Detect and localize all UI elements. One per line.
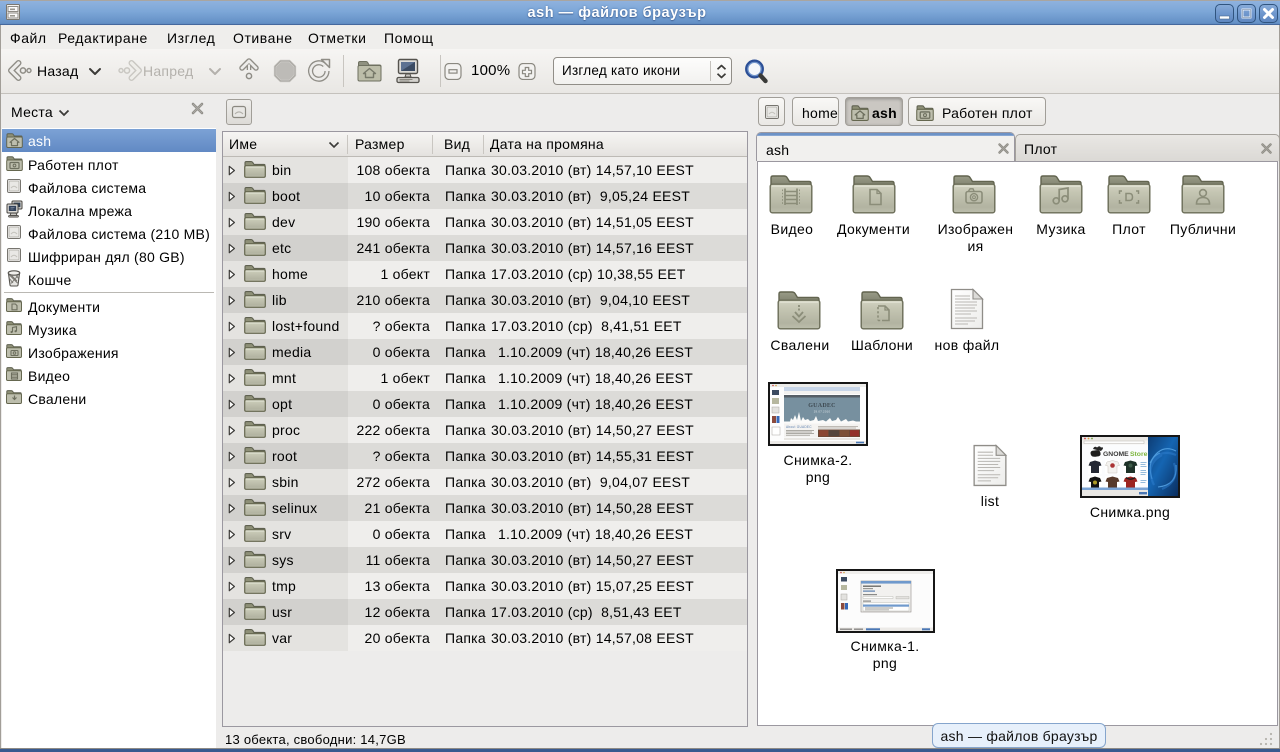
svg-text:GNOME: GNOME <box>1103 451 1129 458</box>
svg-text:About GUADEC: About GUADEC <box>786 425 812 429</box>
svg-text:GUADEC: GUADEC <box>808 403 836 409</box>
svg-text:29.07.2010: 29.07.2010 <box>814 410 831 414</box>
svg-text:Store: Store <box>1130 451 1148 458</box>
